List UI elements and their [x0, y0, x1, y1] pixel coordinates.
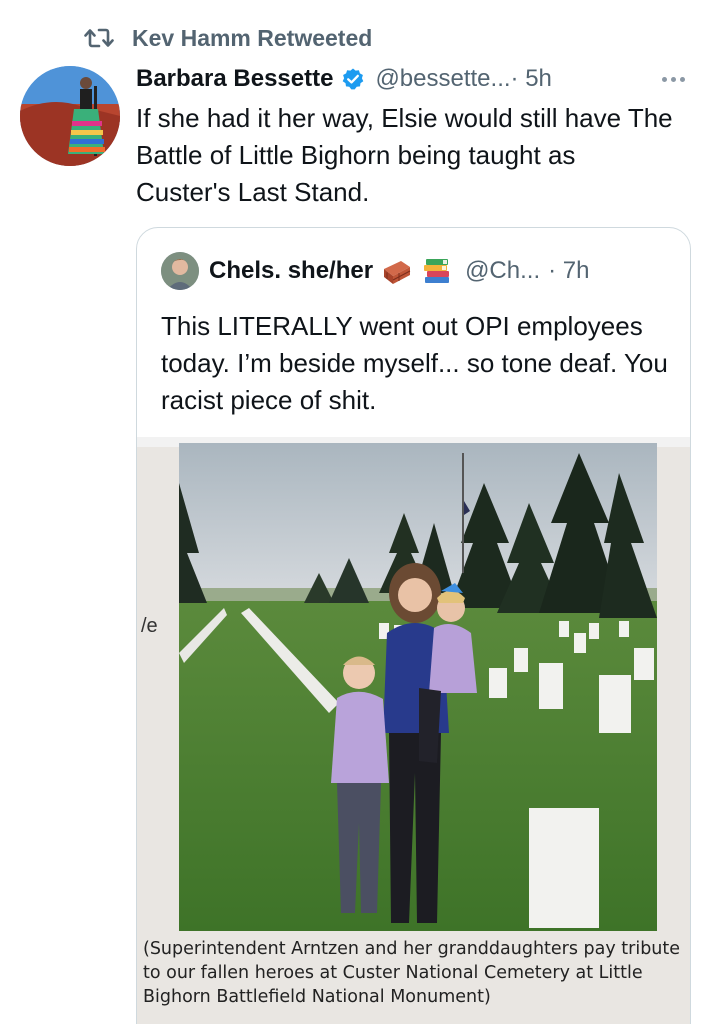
quoted-tweet-card[interactable]: Chels. she/her @Ch... · 7h This LITERALL… [136, 227, 691, 1024]
quoted-tweet-text: This LITERALLY went out OPI employees to… [161, 311, 668, 415]
more-options-icon[interactable] [656, 64, 690, 94]
author-handle[interactable]: @bessette... [375, 65, 510, 93]
quoted-author-avatar [161, 252, 199, 290]
quoted-author-name[interactable]: Chels. she/her [209, 257, 373, 285]
quoted-author-handle[interactable]: @Ch... [465, 257, 540, 285]
cemetery-photo [179, 443, 657, 931]
books-emoji [424, 259, 450, 283]
media-caption: (Superintendent Arntzen and her granddau… [143, 939, 681, 1007]
retweet-label: Kev Hamm Retweeted [132, 24, 373, 51]
quoted-tweet-media[interactable]: /e (Superintendent Arntzen and her grand… [137, 437, 690, 1024]
brick-emoji [384, 261, 411, 284]
author-avatar[interactable] [20, 66, 120, 166]
quoted-tweet-header: Chels. she/her @Ch... · 7h [161, 252, 589, 290]
retweet-context[interactable]: Kev Hamm Retweeted [84, 22, 372, 54]
tweet-time[interactable]: · 5h [511, 65, 552, 93]
tweet-text: If she had it her way, Elsie would still… [136, 103, 673, 207]
quoted-tweet-time[interactable]: · 7h [548, 257, 589, 285]
tweet-header: Barbara Bessette @bessette... · 5h [136, 62, 696, 96]
media-side-fragment: /e [141, 615, 158, 637]
retweet-icon [84, 28, 114, 48]
verified-badge-icon [343, 68, 364, 90]
author-name[interactable]: Barbara Bessette [136, 65, 333, 93]
